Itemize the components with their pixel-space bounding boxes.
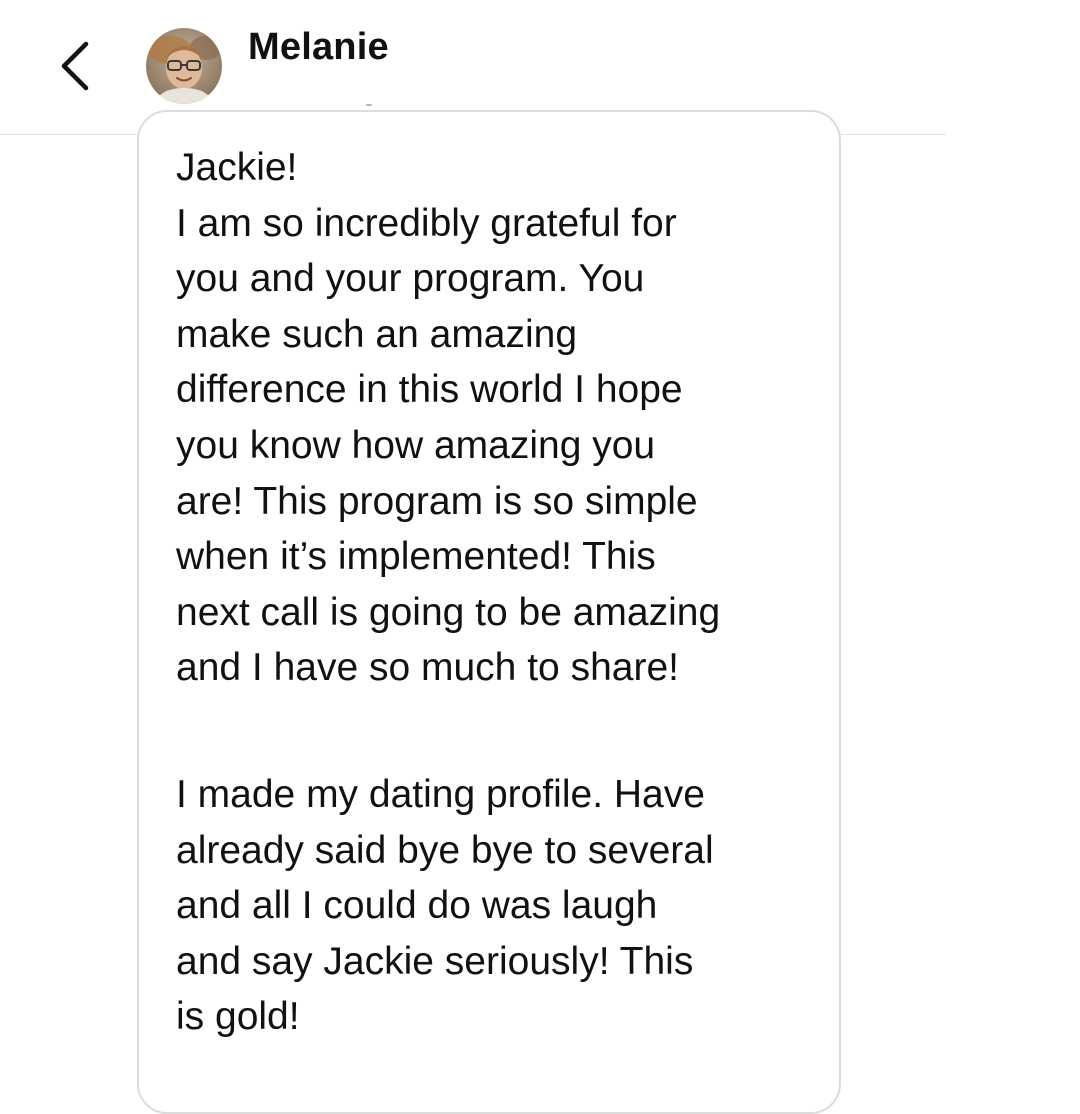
message-line: I made my dating profile. Have (176, 773, 705, 816)
profile-photo (146, 28, 222, 104)
message-line: Jackie! (176, 146, 298, 189)
message-paragraph-1: Jackie! I am so incredibly grateful for … (176, 140, 720, 696)
message-line: difference in this world I hope (176, 368, 683, 412)
message-line: and I have so much to share! (176, 646, 679, 690)
back-button[interactable] (52, 38, 102, 94)
message-line: is gold! (176, 995, 300, 1039)
message-line: when it’s implemented! This (176, 535, 656, 579)
message-line: and say Jackie seriously! This (176, 939, 694, 983)
message-line: and all I could do was laugh (176, 884, 658, 928)
message-paragraph-2: I made my dating profile. Have already s… (176, 767, 714, 1045)
message-line: you and your program. You (176, 257, 645, 301)
contact-name[interactable]: Melanie (248, 26, 389, 69)
header-divider-mark (366, 104, 372, 106)
message-line: I am so incredibly grateful for (176, 201, 677, 245)
chevron-left-icon (61, 41, 89, 91)
message-line: next call is going to be amazing (176, 590, 721, 634)
message-line: make such an amazing (176, 312, 578, 356)
message-line: are! This program is so simple (176, 479, 698, 523)
message-line: you know how amazing you (176, 423, 656, 467)
message-line: already said bye bye to several (176, 828, 714, 872)
avatar[interactable] (146, 28, 222, 104)
